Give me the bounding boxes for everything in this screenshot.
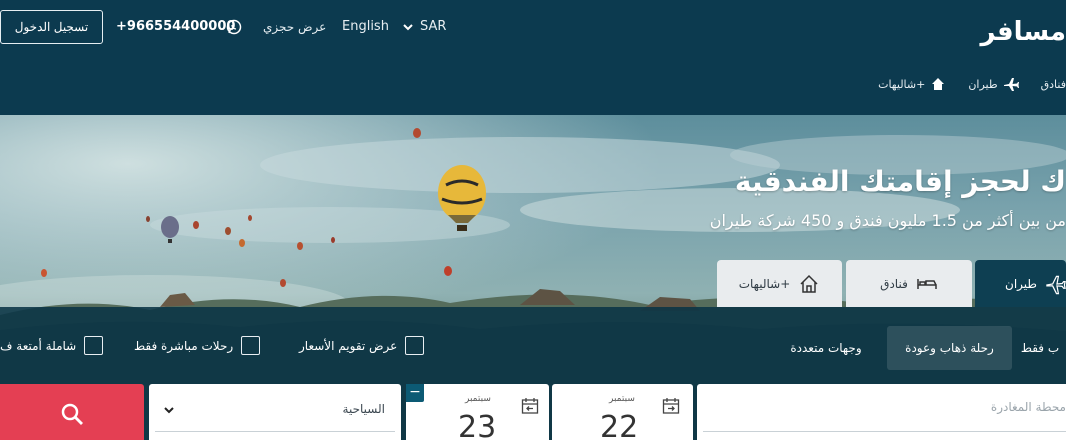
search-button[interactable] [0,384,144,440]
tab-flights[interactable]: طيران [975,260,1066,307]
tab-hotels-label: فنادق [880,276,908,291]
return-date-field[interactable]: − سبتمبر 23 [406,384,549,440]
trip-one-way[interactable]: ب فقط [1014,326,1066,370]
direct-flights-checkbox[interactable]: رحلات مباشرة فقط [134,336,261,355]
nav-hotels[interactable]: فنادق [1041,78,1066,91]
currency-select[interactable]: SAR [402,19,446,34]
hero-title: ك لحجز إقامتك الفندقية [734,165,1066,198]
logo-text: مسافر [978,17,1066,47]
calendar-out-icon [662,398,680,414]
hero-banner: ك لحجز إقامتك الفندقية من بين أكثر من 1.… [0,115,1066,440]
departure-month: سبتمبر [609,394,635,404]
hero-subtitle: من بين أكثر من 1.5 مليون فندق و 450 شركة… [709,211,1066,230]
return-day: 23 [458,410,497,440]
nav-chalets[interactable]: شاليهات+ [878,76,946,92]
nav-flights-label: طيران [968,77,998,91]
house-icon [932,78,945,90]
currency-label: SAR [420,19,447,34]
tab-hotels[interactable]: فنادق [846,260,972,307]
departure-date-field[interactable]: سبتمبر 22 [552,384,693,440]
price-calendar-checkbox[interactable]: عرض تقويم الأسعار [299,336,425,355]
nav-chalets-label: شاليهات+ [878,77,926,91]
checkbox-box[interactable] [241,336,261,355]
return-month: سبتمبر [465,394,491,404]
field-underline [703,431,1066,432]
main-nav: شاليهات+ طيران فنادق [856,76,1066,92]
whatsapp-icon[interactable] [226,19,242,35]
airplane-icon [1046,275,1066,294]
departure-day: 22 [600,410,639,440]
login-button[interactable]: تسجيل الدخول [0,10,103,44]
checkbox-box[interactable] [405,336,425,355]
nav-flights[interactable]: طيران [968,76,1019,92]
bed-icon [917,278,937,289]
musafir-logo[interactable]: مسافر [951,10,1066,50]
trip-round-trip[interactable]: رحلة ذهاب وعودة [887,326,1012,370]
price-calendar-label: عرض تقويم الأسعار [299,338,398,353]
search-icon [61,403,83,425]
phone-number[interactable]: +966554400000 [116,19,235,34]
cabin-class-select[interactable]: السياحية [149,384,401,440]
trip-multi-city[interactable]: وجهات متعددة [770,326,882,370]
tab-flights-label: طيران [1005,276,1037,291]
top-bar: تسجيل الدخول +966554400000 عرض حجزي Engl… [0,0,1066,115]
tab-chalets-label: شاليهات+ [738,276,791,291]
origin-field[interactable]: محطة المغادرة [697,384,1066,440]
calendar-in-icon [521,398,539,414]
origin-placeholder: محطة المغادرة [990,400,1066,414]
chevron-down-icon [164,407,174,414]
tab-chalets[interactable]: شاليهات+ [717,260,842,307]
baggage-included-checkbox[interactable]: شاملة أمتعة ف [0,336,104,355]
house-icon [800,274,818,293]
remove-return-button[interactable]: − [406,384,424,402]
language-switch[interactable]: English [342,19,389,34]
cabin-class-value: السياحية [342,402,385,416]
direct-flights-label: رحلات مباشرة فقط [134,338,234,353]
checkbox-box[interactable] [84,336,104,355]
airplane-icon [1003,78,1019,91]
field-underline [155,431,395,432]
flight-search-panel: ب فقط رحلة ذهاب وعودة وجهات متعددة عرض ت… [0,307,1066,440]
my-booking-link[interactable]: عرض حجزي [263,20,326,34]
chevron-down-icon [403,23,413,30]
nav-hotels-label: فنادق [1040,77,1066,91]
baggage-included-label: شاملة أمتعة ف [0,338,77,353]
